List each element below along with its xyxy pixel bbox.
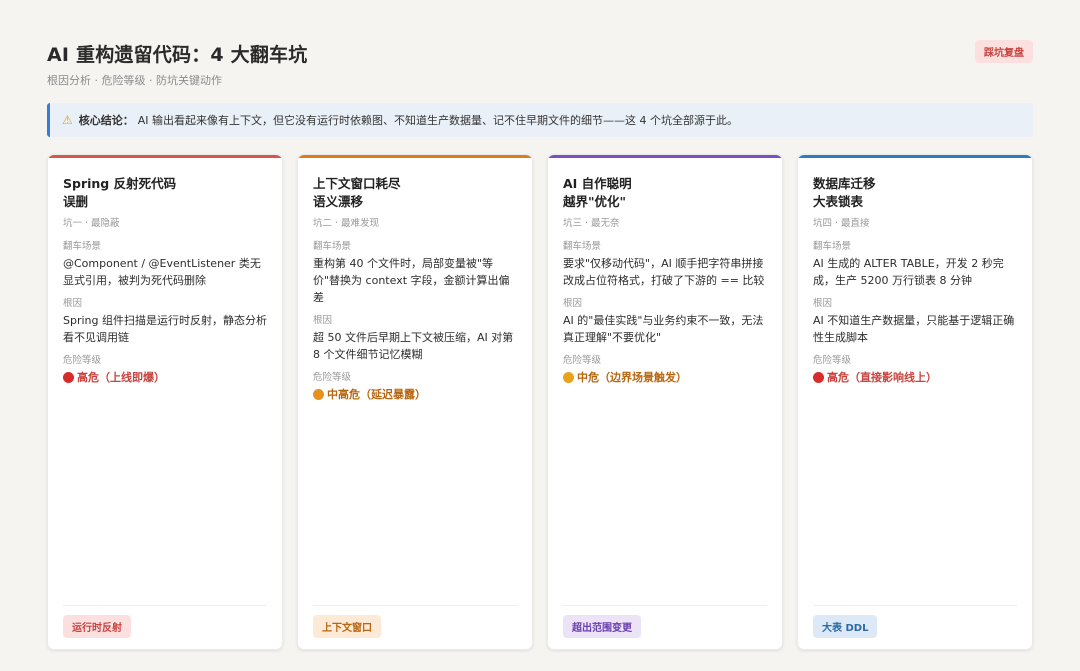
card-title: Spring 反射死代码 误删 [63,175,267,211]
category-tag: 大表 DDL [813,615,878,638]
category-tag: 上下文窗口 [313,615,381,638]
scenario-label: 翻车场景 [813,241,852,252]
root-cause-label: 根因 [563,298,583,309]
risk-text: 高危（上线即爆） [77,371,165,384]
risk-level: 中高危（延迟暴露） [313,386,517,402]
risk-level: 中危（边界场景触发） [563,369,767,385]
card-title-line2: 大表锁表 [813,194,864,209]
callout-lead: 核心结论： [78,114,134,127]
root-cause-label: 根因 [313,315,333,326]
card-title-line1: 上下文窗口耗尽 [313,176,401,191]
risk-label: 危险等级 [563,355,602,366]
card-footer: 运行时反射 [63,605,267,638]
pitfall-card-4: 数据库迁移 大表锁表 坑四 · 最直接 翻车场景 AI 生成的 ALTER TA… [797,154,1033,650]
pitfall-card-1: Spring 反射死代码 误删 坑一 · 最隐蔽 翻车场景 @Component… [47,154,283,650]
card-footer: 超出范围变更 [563,605,767,638]
card-footer: 大表 DDL [813,605,1017,638]
key-conclusion-callout: ⚠ 核心结论： AI 输出看起来像有上下文，但它没有运行时依赖图、不知道生产数据… [47,103,1033,137]
risk-text: 中危（边界场景触发） [577,371,687,384]
root-cause-text: Spring 组件扫描是运行时反射，静态分析看不见调用链 [63,314,267,344]
page-header: AI 重构遗留代码：4 大翻车坑 根因分析 · 危险等级 · 防坑关键动作 踩坑… [47,40,1033,90]
scenario-text: 要求"仅移动代码"，AI 顺手把字符串拼接改成占位符格式，打破了下游的 == 比… [563,257,765,287]
review-badge: 踩坑复盘 [975,40,1033,63]
risk-label: 危险等级 [813,355,852,366]
risk-dot-icon [813,371,824,383]
pitfall-card-2: 上下文窗口耗尽 语义漂移 坑二 · 最难发现 翻车场景 重构第 40 个文件时，… [297,154,533,650]
risk-text: 高危（直接影响线上） [827,371,937,384]
risk-text: 中高危（延迟暴露） [327,388,426,401]
card-title: AI 自作聪明 越界"优化" [563,175,767,211]
root-cause-label: 根因 [63,298,83,309]
card-title-line1: Spring 反射死代码 [63,176,177,191]
card-footer: 上下文窗口 [313,605,517,638]
card-meta: 坑一 · 最隐蔽 [63,218,120,229]
card-title-line2: 越界"优化" [563,194,627,209]
card-meta: 坑四 · 最直接 [813,218,870,229]
card-title-line1: 数据库迁移 [813,176,876,191]
pitfall-card-3: AI 自作聪明 越界"优化" 坑三 · 最无奈 翻车场景 要求"仅移动代码"，A… [547,154,783,650]
risk-level: 高危（直接影响线上） [813,369,1017,385]
risk-dot-icon [63,371,74,383]
scenario-text: 重构第 40 个文件时，局部变量被"等价"替换为 context 字段，金额计算… [313,257,510,304]
risk-label: 危险等级 [313,372,352,383]
warning-icon: ⚠ [62,113,73,127]
scenario-label: 翻车场景 [563,241,602,252]
card-accent-bar [48,155,282,158]
card-title: 数据库迁移 大表锁表 [813,175,1017,211]
card-title-line2: 语义漂移 [313,194,364,209]
card-accent-bar [298,155,532,158]
page-title: AI 重构遗留代码：4 大翻车坑 [47,44,308,66]
category-tag: 运行时反射 [63,615,131,638]
page-subtitle: 根因分析 · 危险等级 · 防坑关键动作 [47,74,222,87]
root-cause-label: 根因 [813,298,833,309]
callout-text: AI 输出看起来像有上下文，但它没有运行时依赖图、不知道生产数据量、记不住早期文… [137,114,739,127]
card-title: 上下文窗口耗尽 语义漂移 [313,175,517,211]
card-meta: 坑三 · 最无奈 [563,218,620,229]
scenario-label: 翻车场景 [313,241,352,252]
risk-label: 危险等级 [63,355,102,366]
card-title-line2: 误删 [63,194,89,209]
root-cause-text: 超 50 文件后早期上下文被压缩，AI 对第 8 个文件细节记忆模糊 [313,331,514,361]
category-tag: 超出范围变更 [563,615,641,638]
card-accent-bar [548,155,782,158]
root-cause-text: AI 不知道生产数据量，只能基于逻辑正确性生成脚本 [813,314,1015,344]
card-meta: 坑二 · 最难发现 [313,218,380,229]
scenario-text: AI 生成的 ALTER TABLE，开发 2 秒完成，生产 5200 万行锁表… [813,257,1004,287]
risk-dot-icon [313,388,324,400]
root-cause-text: AI 的"最佳实践"与业务约束不一致，无法真正理解"不要优化" [563,314,764,344]
scenario-label: 翻车场景 [63,241,102,252]
card-title-line1: AI 自作聪明 [563,176,632,191]
risk-level: 高危（上线即爆） [63,369,267,385]
risk-dot-icon [563,371,574,383]
card-accent-bar [798,155,1032,158]
pitfall-cards: Spring 反射死代码 误删 坑一 · 最隐蔽 翻车场景 @Component… [47,154,1033,650]
scenario-text: @Component / @EventListener 类无显式引用，被判为死代… [63,257,261,287]
